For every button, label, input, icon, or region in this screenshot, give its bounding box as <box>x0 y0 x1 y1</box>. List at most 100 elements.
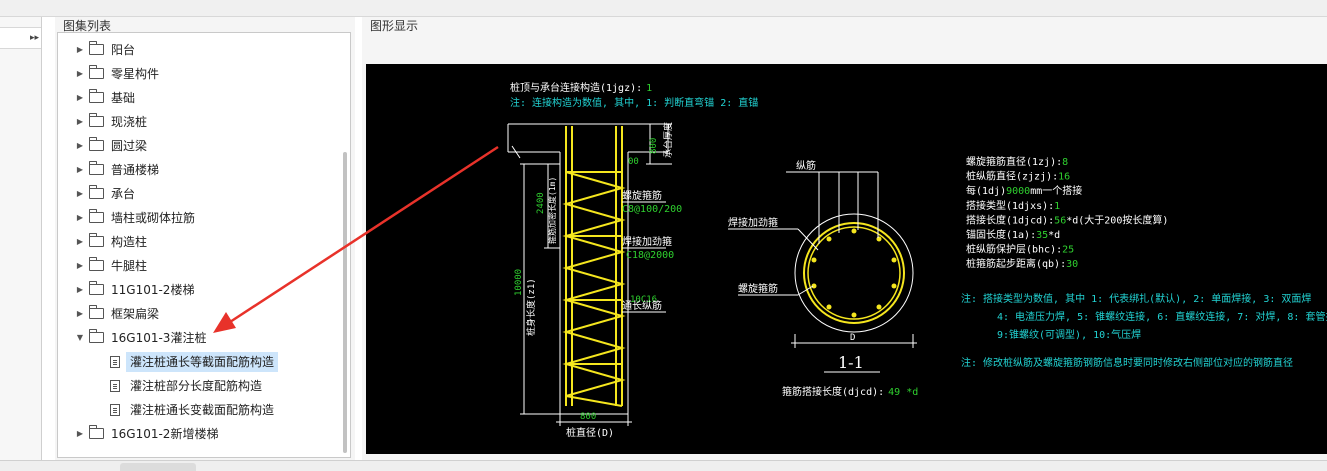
note-lap-type-3: 9:锥螺纹(可调型), 10:气压焊 <box>997 328 1141 341</box>
folder-icon <box>89 233 104 247</box>
section-label-longbar: 纵筋 <box>796 159 816 172</box>
folder-icon <box>89 41 104 55</box>
tree-item-label: 阳台 <box>111 43 136 57</box>
atlas-list-panel: 图集列表 ▶ 阳台 ▶ 零星构件 ▶ 基础 ▶ 现浇桩 ▶ 圆过梁 ▶ 普通楼梯 ▶ 承台 ▶ 墙柱或砌体拉筋… <box>55 17 355 460</box>
parameter-row: 搭接类型(1djxs):1 <box>966 199 1060 212</box>
folder-icon <box>89 113 104 127</box>
header-line2: 注: 连接构造为数值, 其中, 1: 判断直弯锚 2: 直锚 <box>510 96 758 109</box>
section-lap-length: 箍筋搭接长度(djcd): 49 *d <box>782 385 918 398</box>
tree-item-label: 圆过梁 <box>111 139 148 153</box>
parameter-row: 搭接长度(1djcd):56*d(大于200按长度算) <box>966 213 1168 226</box>
chevron-right-icon[interactable]: ▶ <box>75 278 85 302</box>
tree-item[interactable]: ▶ 基础 <box>58 86 338 110</box>
document-icon <box>110 404 120 416</box>
pile-drawing: 桩顶与承台连接构造(1jgz): 1 注: 连接构造为数值, 其中, 1: 判断直… <box>507 81 1327 439</box>
tree-item-label: 零星构件 <box>111 67 160 81</box>
chevron-right-icon[interactable]: ▶ <box>75 182 85 206</box>
section-label-weld: 焊接加劲箍 <box>728 216 778 229</box>
folder-icon <box>89 161 104 175</box>
tree-item-label: 16G101-3灌注桩 <box>111 331 207 345</box>
tree-scrollbar[interactable] <box>343 152 347 453</box>
parameter-list: 螺旋箍筋直径(1zj):8 桩纵筋直径(zjzj):16每(1dj)9000mm一… <box>966 155 1168 270</box>
parameter-row: 桩箍筋起步距离(qb):30 <box>966 257 1078 270</box>
label-long-bar: 通长纵筋 <box>622 299 662 312</box>
folder-icon <box>89 257 104 271</box>
chevron-right-icon[interactable]: ▶ <box>75 86 85 110</box>
tree-item-label: 墙柱或砌体拉筋 <box>111 211 196 225</box>
chevron-right-icon[interactable]: ▶ <box>75 302 85 326</box>
chevron-right-icon[interactable]: ▶ <box>75 422 85 446</box>
folder-open-icon <box>89 329 104 343</box>
tree-list: ▶ 阳台 ▶ 零星构件 ▶ 基础 ▶ 现浇桩 ▶ 圆过梁 ▶ 普通楼梯 ▶ 承台 ▶ 墙柱或砌体拉筋 ▶ 构造柱 ▶… <box>58 38 338 446</box>
drawing-canvas[interactable]: 桩顶与承台连接构造(1jgz): 1 注: 连接构造为数值, 其中, 1: 判断直… <box>366 64 1327 454</box>
graphic-display-panel: 图形显示 桩顶与承台连接构造(1jgz): 1 注: 连接构造为数值, 其中, 1… <box>362 17 1327 460</box>
header-line1: 桩顶与承台连接构造(1jgz): 1 <box>510 81 652 94</box>
tree-item-label: 16G101-2新增楼梯 <box>111 427 219 441</box>
rebar-cage <box>562 126 626 407</box>
chevron-right-icon[interactable]: ▶ <box>75 62 85 86</box>
tree-item[interactable]: ▼ 16G101-3灌注桩 <box>58 326 338 350</box>
tree-leaf-item[interactable]: 灌注桩部分长度配筋构造 <box>58 374 338 398</box>
section-label-D: D <box>850 333 855 343</box>
tree-item[interactable]: ▶ 阳台 <box>58 38 338 62</box>
value-weld-stirrup: C18@2000 <box>626 250 674 261</box>
tree-item[interactable]: ▶ 承台 <box>58 182 338 206</box>
chevron-right-icon[interactable]: ▶ <box>75 110 85 134</box>
chevron-right-icon[interactable]: ▶ <box>75 134 85 158</box>
parameter-row: 锚固长度(1a):35*d <box>966 228 1060 241</box>
tree-item-label: 牛腿柱 <box>111 259 148 273</box>
tree-item[interactable]: ▶ 构造柱 <box>58 230 338 254</box>
tree-leaf-item[interactable]: 灌注桩通长变截面配筋构造 <box>58 398 338 422</box>
tree-item-label: 基础 <box>111 91 136 105</box>
tree-item[interactable]: ▶ 现浇桩 <box>58 110 338 134</box>
folder-icon <box>89 209 104 223</box>
tree-leaf-label: 灌注桩部分长度配筋构造 <box>130 379 263 393</box>
label-pile-length: 桩身长度(z1) <box>525 278 537 336</box>
tree-item[interactable]: ▶ 普通楼梯 <box>58 158 338 182</box>
left-collapsed-pane: ▸▸ <box>0 17 42 460</box>
tree-item[interactable]: ▶ 零星构件 <box>58 62 338 86</box>
folder-icon <box>89 425 104 439</box>
note-lap-type: 注: 搭接类型为数值, 其中 1: 代表绑扎(默认), 2: 单面焊接, 3: … <box>961 292 1311 305</box>
bottom-strip <box>0 460 1327 471</box>
note-modify-rebar: 注: 修改桩纵筋及螺旋箍筋钢筋信息时要同时修改右侧部位对应的钢筋直径 <box>961 356 1293 369</box>
dim-cap-800: 800 <box>649 138 659 154</box>
graphic-display-title: 图形显示 <box>370 19 419 33</box>
bottom-tab[interactable] <box>120 463 196 471</box>
tree-item[interactable]: ▶ 圆过梁 <box>58 134 338 158</box>
folder-icon <box>89 89 104 103</box>
tree-item-label: 11G101-2楼梯 <box>111 283 195 297</box>
tree-item[interactable]: ▶ 墙柱或砌体拉筋 <box>58 206 338 230</box>
tree-item-label: 现浇桩 <box>111 115 148 129</box>
parameter-row: 每(1dj)9000mm一个搭接 <box>966 184 1082 197</box>
folder-icon <box>89 305 104 319</box>
tree-item[interactable]: ▶ 牛腿柱 <box>58 254 338 278</box>
label-spiral-stirrup: 螺旋箍筋 <box>622 189 662 202</box>
tree-item[interactable]: ▶ 框架扁梁 <box>58 302 338 326</box>
document-icon <box>110 380 120 392</box>
parameter-row: 桩纵筋直径(zjzj):16 <box>966 170 1070 183</box>
value-spiral-stirrup: C8@100/200 <box>622 204 682 215</box>
document-icon <box>110 356 120 368</box>
chevron-right-icon[interactable]: ▶ <box>75 230 85 254</box>
tree-item-label: 普通楼梯 <box>111 163 160 177</box>
chevron-right-icon[interactable]: ▶ <box>75 206 85 230</box>
tree-leaf-item[interactable]: 灌注桩通长等截面配筋构造 <box>58 350 338 374</box>
chevron-down-icon[interactable]: ▼ <box>75 326 85 350</box>
folder-icon <box>89 137 104 151</box>
folder-icon <box>89 65 104 79</box>
dim-800-bottom: 800 <box>580 412 596 422</box>
tree-item[interactable]: ▶ 11G101-2楼梯 <box>58 278 338 302</box>
chevron-right-icon[interactable]: ▶ <box>75 38 85 62</box>
note-lap-type-2: 4: 电渣压力焊, 5: 锥螺纹连接, 6: 直螺纹连接, 7: 对焊, 8: … <box>997 310 1327 323</box>
chevron-right-icon[interactable]: ▶ <box>75 158 85 182</box>
label-weld-stirrup: 焊接加劲箍 <box>622 235 672 248</box>
dim-00: 00 <box>628 157 639 167</box>
parameter-row: 桩纵筋保护层(bhc):25 <box>966 243 1074 256</box>
tree-leaf-label: 灌注桩通长等截面配筋构造 <box>126 352 279 372</box>
parameter-row: 螺旋箍筋直径(1zj):8 <box>966 155 1068 168</box>
top-strip <box>0 0 1327 17</box>
chevron-right-icon[interactable]: ▶ <box>75 254 85 278</box>
expand-panel-icon[interactable]: ▸▸ <box>30 33 39 43</box>
tree-item[interactable]: ▶ 16G101-2新增楼梯 <box>58 422 338 446</box>
